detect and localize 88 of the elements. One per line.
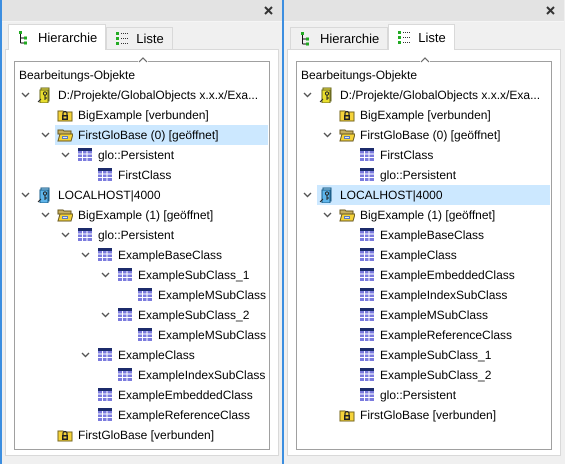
class-table-icon — [97, 347, 113, 363]
tree-item[interactable]: LOCALHOST|4000 — [35, 185, 268, 205]
tree-item[interactable]: glo::Persistent — [357, 165, 550, 185]
open-folder-icon — [57, 127, 73, 143]
close-icon — [262, 5, 274, 16]
tree-item[interactable]: ExampleSubClass_2 — [115, 305, 268, 325]
class-table-icon — [97, 247, 113, 263]
chevron-down-icon[interactable] — [40, 132, 50, 138]
tab[interactable]: Hierarchie — [8, 24, 106, 50]
tree-item[interactable]: FirstClass — [357, 145, 550, 165]
tree-item[interactable]: ExampleBaseClass — [357, 225, 550, 245]
tree-item[interactable]: D:/Projekte/GlobalObjects x.x.x/Exa... — [317, 85, 550, 105]
class-table-icon — [359, 147, 375, 163]
class-table-icon — [359, 167, 375, 183]
tree-heading: Bearbeitungs-Objekte — [301, 67, 418, 84]
tree-item[interactable]: BigExample [verbunden] — [55, 105, 268, 125]
tree-item[interactable]: ExampleMSubClass — [135, 325, 268, 345]
tree-item[interactable]: glo::Persistent — [75, 145, 268, 165]
chevron-down-icon[interactable] — [322, 132, 332, 138]
tree-item[interactable]: BigExample (1) [geöffnet] — [337, 205, 550, 225]
tree-item[interactable]: glo::Persistent — [75, 225, 268, 245]
tab[interactable]: Hierarchie — [290, 27, 388, 49]
class-table-icon — [359, 267, 375, 283]
tree-item[interactable]: ExampleReferenceClass — [95, 405, 268, 425]
open-folder-icon — [339, 127, 355, 143]
tree-item[interactable]: ExampleEmbeddedClass — [357, 265, 550, 285]
tree-item[interactable]: ExampleIndexSubClass — [115, 365, 268, 385]
tree-item[interactable]: ExampleIndexSubClass — [357, 285, 550, 305]
tree-item[interactable]: FirstGloBase (0) [geöffnet] — [337, 125, 550, 145]
class-table-icon — [77, 147, 93, 163]
tree-item[interactable]: BigExample (1) [geöffnet] — [55, 205, 268, 225]
tree-item[interactable]: FirstClass — [95, 165, 268, 185]
class-table-icon — [77, 227, 93, 243]
tree-item[interactable]: ExampleEmbeddedClass — [95, 385, 268, 405]
chevron-down-icon[interactable] — [60, 232, 70, 238]
class-table-icon — [137, 327, 153, 343]
tree-heading: Bearbeitungs-Objekte — [19, 67, 136, 84]
tree-item[interactable]: glo::Persistent — [357, 385, 550, 405]
tree-item[interactable]: FirstGloBase (0) [geöffnet] — [55, 125, 268, 145]
class-table-icon — [97, 407, 113, 423]
class-table-icon — [359, 307, 375, 323]
chevron-down-icon[interactable] — [80, 252, 90, 258]
close-icon — [544, 5, 556, 16]
open-folder-icon — [57, 207, 73, 223]
tree-item[interactable]: ExampleReferenceClass — [357, 325, 550, 345]
class-table-icon — [359, 367, 375, 383]
tree-item[interactable]: ExampleMSubClass — [135, 285, 268, 305]
tree-item[interactable]: FirstGloBase [verbunden] — [55, 425, 268, 445]
tree-item[interactable]: ExampleMSubClass — [357, 305, 550, 325]
chevron-down-icon[interactable] — [302, 192, 312, 198]
tree-item[interactable]: ExampleClass — [357, 245, 550, 265]
tree-item[interactable]: ExampleSubClass_1 — [115, 265, 268, 285]
chevron-down-icon[interactable] — [322, 212, 332, 218]
list-icon — [397, 30, 412, 45]
chevron-down-icon[interactable] — [100, 272, 110, 278]
class-table-icon — [359, 387, 375, 403]
class-table-icon — [117, 307, 133, 323]
class-table-icon — [97, 167, 113, 183]
tab[interactable]: Liste — [106, 27, 173, 49]
class-table-icon — [359, 327, 375, 343]
class-table-icon — [117, 367, 133, 383]
chevron-down-icon[interactable] — [60, 152, 70, 158]
class-table-icon — [117, 267, 133, 283]
chevron-down-icon[interactable] — [80, 352, 90, 358]
scroll-up-icon — [138, 56, 148, 63]
class-table-icon — [137, 287, 153, 303]
chevron-down-icon[interactable] — [20, 192, 30, 198]
tab[interactable]: Liste — [388, 24, 455, 50]
chevron-down-icon[interactable] — [302, 92, 312, 98]
tree-item[interactable]: ExampleClass — [95, 345, 268, 365]
tree-item[interactable]: D:/Projekte/GlobalObjects x.x.x/Exa... — [35, 85, 268, 105]
tree-item[interactable]: LOCALHOST|4000 — [317, 185, 550, 205]
chevron-down-icon[interactable] — [40, 212, 50, 218]
tree-item[interactable]: ExampleSubClass_1 — [357, 345, 550, 365]
chevron-down-icon[interactable] — [100, 312, 110, 318]
tree-item[interactable]: ExampleBaseClass — [95, 245, 268, 265]
tree-item[interactable]: ExampleSubClass_2 — [357, 365, 550, 385]
class-table-icon — [359, 347, 375, 363]
scroll-up-icon — [420, 56, 430, 63]
chevron-down-icon[interactable] — [20, 92, 30, 98]
class-table-icon — [359, 247, 375, 263]
class-table-icon — [97, 387, 113, 403]
class-table-icon — [359, 227, 375, 243]
open-folder-icon — [339, 207, 355, 223]
tree-item[interactable]: FirstGloBase [verbunden] — [337, 405, 550, 425]
list-icon — [115, 31, 130, 46]
tree-item[interactable]: BigExample [verbunden] — [337, 105, 550, 125]
class-table-icon — [359, 287, 375, 303]
